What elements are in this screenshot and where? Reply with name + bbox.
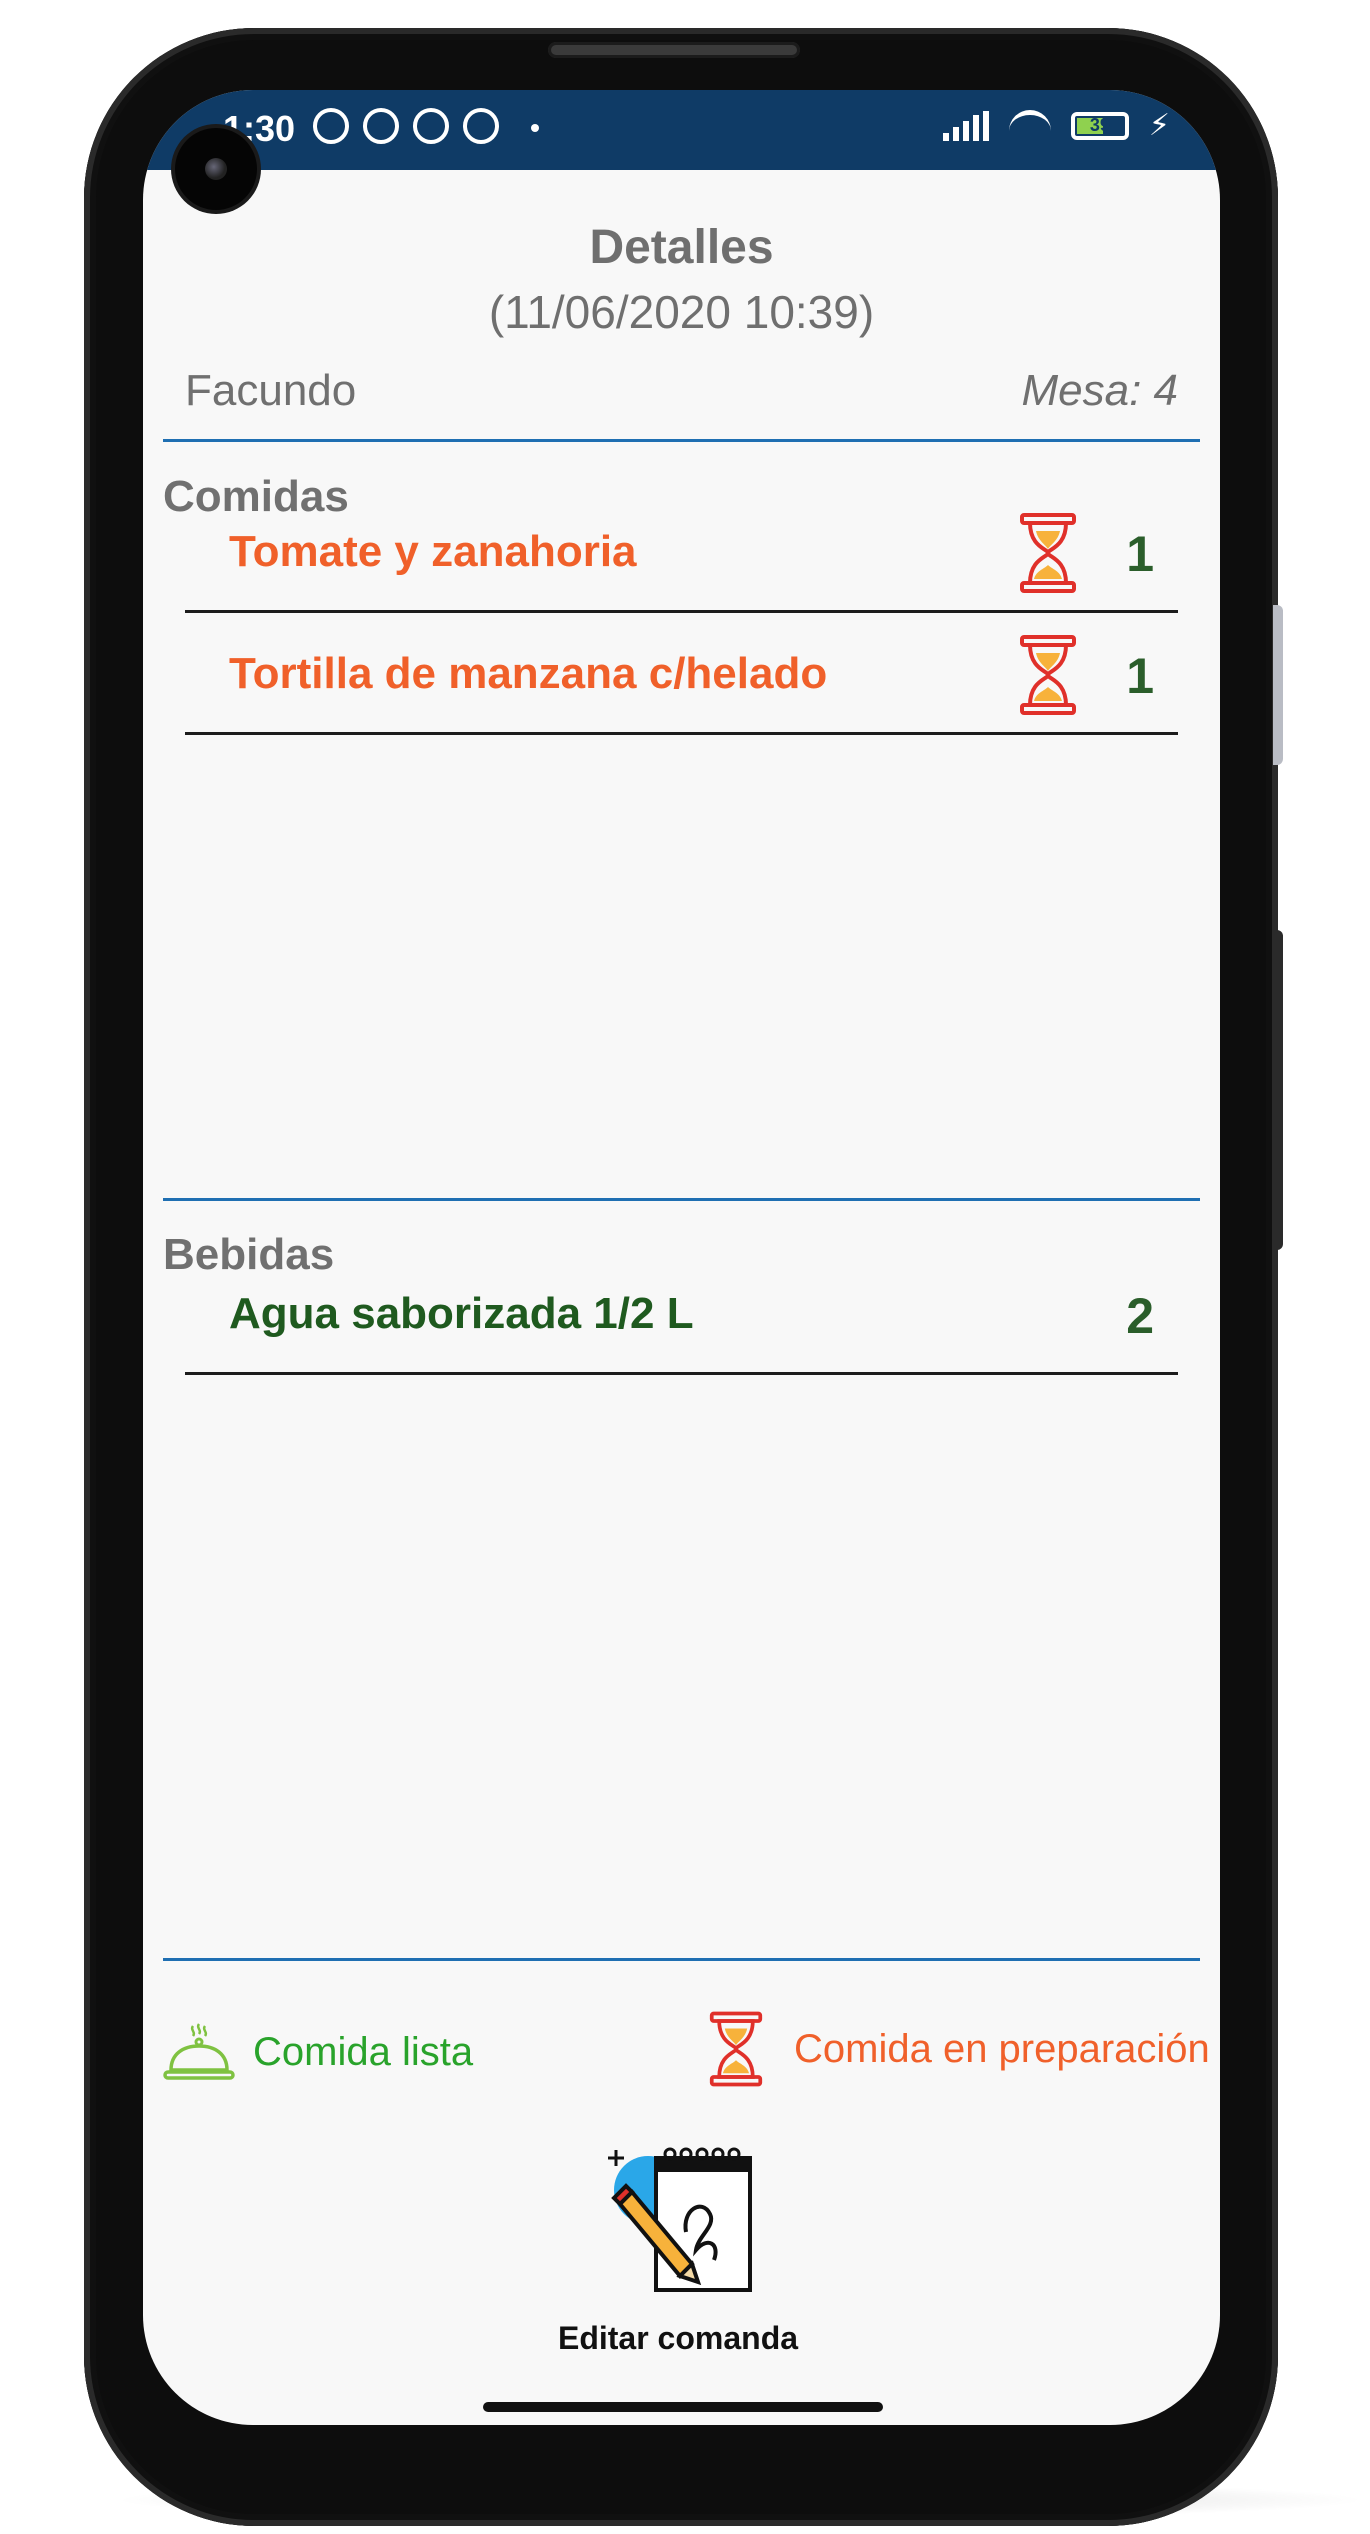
order-datetime: (11/06/2020 10:39) [488, 286, 875, 338]
more-notifications-dot-icon [531, 124, 539, 132]
drink-row[interactable]: Agua saborizada 1/2 L 2 [185, 1255, 1178, 1375]
canvas: 1:30 39 ⚡ Detalles (11/06/2020 10:39) Fa… [0, 0, 1370, 2534]
notepad-pencil-icon [608, 2147, 752, 2292]
food-quantity: 1 [1126, 648, 1154, 704]
wifi-icon [1008, 109, 1051, 142]
front-camera [175, 128, 257, 210]
battery-level: 39 [1089, 115, 1110, 135]
app-notification-icon [413, 108, 449, 144]
whatsapp-icon [363, 108, 399, 144]
power-button [1273, 605, 1283, 765]
food-name: Tortilla de manzana c/helado [229, 649, 828, 698]
screen: 1:30 39 ⚡ Detalles (11/06/2020 10:39) Fa… [143, 90, 1220, 2425]
hourglass-icon [709, 2011, 763, 2087]
status-bar: 1:30 39 ⚡ [143, 90, 1220, 170]
battery-icon: 39 [1070, 111, 1129, 140]
food-row[interactable]: Tortilla de manzana c/helado 1 [185, 615, 1178, 735]
app-notification-icon [463, 108, 499, 144]
earpiece-speaker [548, 42, 800, 58]
system-icons: 39 ⚡ [942, 108, 1170, 143]
serving-cloche-icon [163, 2023, 235, 2080]
legend-preparing-label: Comida en preparación [794, 2026, 1210, 2071]
legend-divider [163, 1958, 1200, 1961]
charging-icon: ⚡ [1148, 109, 1170, 142]
hourglass-icon [1020, 513, 1076, 593]
food-quantity: 1 [1126, 526, 1154, 582]
drink-quantity: 2 [1126, 1288, 1154, 1344]
edit-order-button[interactable]: Editar comanda [528, 2140, 828, 2370]
drink-name: Agua saborizada 1/2 L [229, 1289, 694, 1338]
header-divider [163, 439, 1200, 442]
edit-order-label: Editar comanda [557, 2320, 799, 2356]
legend-preparing: Comida en preparación [708, 2010, 1210, 2088]
food-row[interactable]: Tomate y zanahoria 1 [185, 493, 1178, 613]
signal-icon [942, 110, 989, 141]
alarm-icon [313, 108, 349, 144]
food-name: Tomate y zanahoria [229, 527, 637, 576]
notification-icons [313, 108, 539, 144]
waiter-name: Facundo [185, 366, 357, 415]
home-indicator[interactable] [483, 2402, 883, 2412]
section-divider [163, 1198, 1200, 1201]
page-title: Detalles [589, 221, 774, 274]
table-number: Mesa: 4 [1021, 366, 1178, 415]
volume-button [1273, 930, 1283, 1250]
hourglass-icon [1020, 635, 1076, 715]
legend-ready-label: Comida lista [253, 2029, 474, 2074]
legend-ready: Comida lista [163, 2022, 473, 2082]
